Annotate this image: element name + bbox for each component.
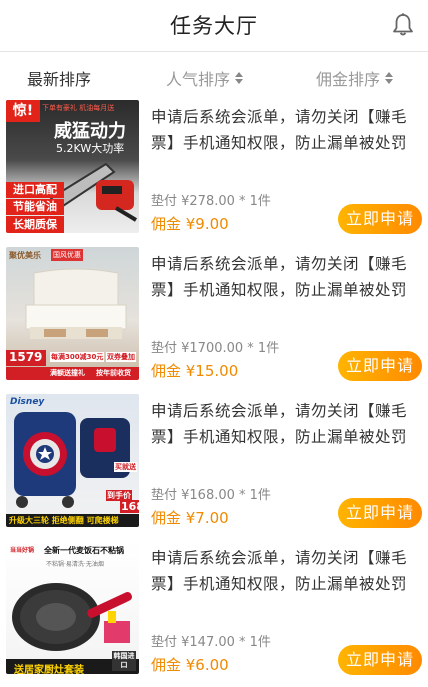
advance-amount: 垫付 ¥147.00 * 1件: [151, 635, 271, 650]
image-tag: 进口高配: [6, 182, 64, 198]
image-brand: 当当好锅: [10, 547, 35, 554]
sort-tab-popularity[interactable]: 人气排序: [166, 66, 244, 90]
product-image-backpack: Disney 买就送 到手价 168 升级大三轮 拒绝侧翻 可爬楼梯: [6, 394, 139, 527]
product-image-chainsaw: 惊! 下单有豪礼 机油每月送 威猛动力 5.2KW大功率 进口高配 节能省油 长…: [6, 100, 139, 233]
image-brand: 聚优美乐: [9, 251, 41, 260]
advance-amount: 垫付 ¥278.00 * 1件: [151, 194, 271, 209]
sort-arrows-icon: [235, 72, 244, 84]
image-top-strip: 下单有豪礼 机油每月送: [42, 104, 115, 112]
commission-amount: 佣金 ¥9.00: [151, 215, 229, 233]
image-tag: 长期质保: [6, 216, 64, 233]
image-badge: 惊!: [6, 100, 40, 122]
image-promo: 每满300减30元: [50, 352, 105, 362]
task-description: 申请后系统会派单，请勿关闭【赚毛票】手机通知权限，防止漏单被处罚: [151, 255, 408, 299]
task-item[interactable]: 惊! 下单有豪礼 机油每月送 威猛动力 5.2KW大功率 进口高配 节能省油 长…: [0, 100, 428, 247]
sort-bar: 最新排序 人气排序 佣金排序: [0, 52, 428, 100]
sort-arrows-icon: [385, 72, 394, 84]
image-promo: 双券叠加: [106, 352, 136, 362]
image-badge: 买就送: [114, 462, 137, 472]
commission-amount: 佣金 ¥7.00: [151, 509, 229, 527]
image-bottom: 升级大三轮 拒绝侧翻 可爬楼梯: [9, 516, 119, 525]
apply-button[interactable]: 立即申请: [338, 498, 422, 528]
bed-illustration: [25, 268, 127, 339]
sort-tab-latest[interactable]: 最新排序: [27, 66, 91, 90]
commission-amount: 佣金 ¥6.00: [151, 656, 229, 674]
image-promo: 按年前收货: [96, 369, 131, 377]
image-price: 168: [120, 500, 139, 513]
apply-button[interactable]: 立即申请: [338, 645, 422, 675]
sort-tab-commission-label: 佣金排序: [316, 70, 381, 89]
image-bottom: 送居家厨灶套装: [14, 665, 84, 674]
image-tag: 国风优惠: [51, 249, 83, 261]
product-image-wok: 当当好锅 全新一代麦饭石不粘锅 不粘锅·易清洗·无油烟 送居家厨灶套装 韩国进口: [6, 541, 139, 674]
page-title: 任务大厅: [170, 14, 258, 38]
image-promo: 满额送撞礼: [50, 369, 85, 377]
commission-amount: 佣金 ¥15.00: [151, 362, 239, 380]
image-subline: 5.2KW大功率: [56, 142, 125, 155]
sort-tab-popularity-label: 人气排序: [166, 70, 231, 89]
wok-illustration: [12, 583, 132, 651]
advance-amount: 垫付 ¥1700.00 * 1件: [151, 341, 280, 356]
image-price: 1579: [9, 350, 43, 364]
task-item[interactable]: 聚优美乐 国风优惠 1579 每满300减30元 双券叠加 满额送撞礼 按年前收…: [0, 247, 428, 394]
apply-button[interactable]: 立即申请: [338, 204, 422, 234]
task-item[interactable]: 当当好锅 全新一代麦饭石不粘锅 不粘锅·易清洗·无油烟 送居家厨灶套装 韩国进口…: [0, 541, 428, 687]
advance-amount: 垫付 ¥168.00 * 1件: [151, 488, 271, 503]
task-description: 申请后系统会派单，请勿关闭【赚毛票】手机通知权限，防止漏单被处罚: [151, 108, 408, 152]
bell-icon[interactable]: [390, 12, 416, 38]
task-description: 申请后系统会派单，请勿关闭【赚毛票】手机通知权限，防止漏单被处罚: [151, 549, 408, 593]
apply-button[interactable]: 立即申请: [338, 351, 422, 381]
image-headline: 全新一代麦饭石不粘锅: [44, 546, 124, 555]
task-description: 申请后系统会派单，请勿关闭【赚毛票】手机通知权限，防止漏单被处罚: [151, 402, 408, 446]
image-corner: 韩国进口: [112, 651, 136, 671]
sort-tab-commission[interactable]: 佣金排序: [316, 66, 394, 90]
top-bar: 任务大厅: [0, 0, 428, 52]
image-tag: 节能省油: [6, 199, 64, 215]
task-item[interactable]: Disney 买就送 到手价 168 升级大三轮 拒绝侧翻 可爬楼梯 申请后系统…: [0, 394, 428, 541]
product-image-bed: 聚优美乐 国风优惠 1579 每满300减30元 双券叠加 满额送撞礼 按年前收…: [6, 247, 139, 380]
sort-tab-latest-label: 最新排序: [27, 70, 92, 89]
